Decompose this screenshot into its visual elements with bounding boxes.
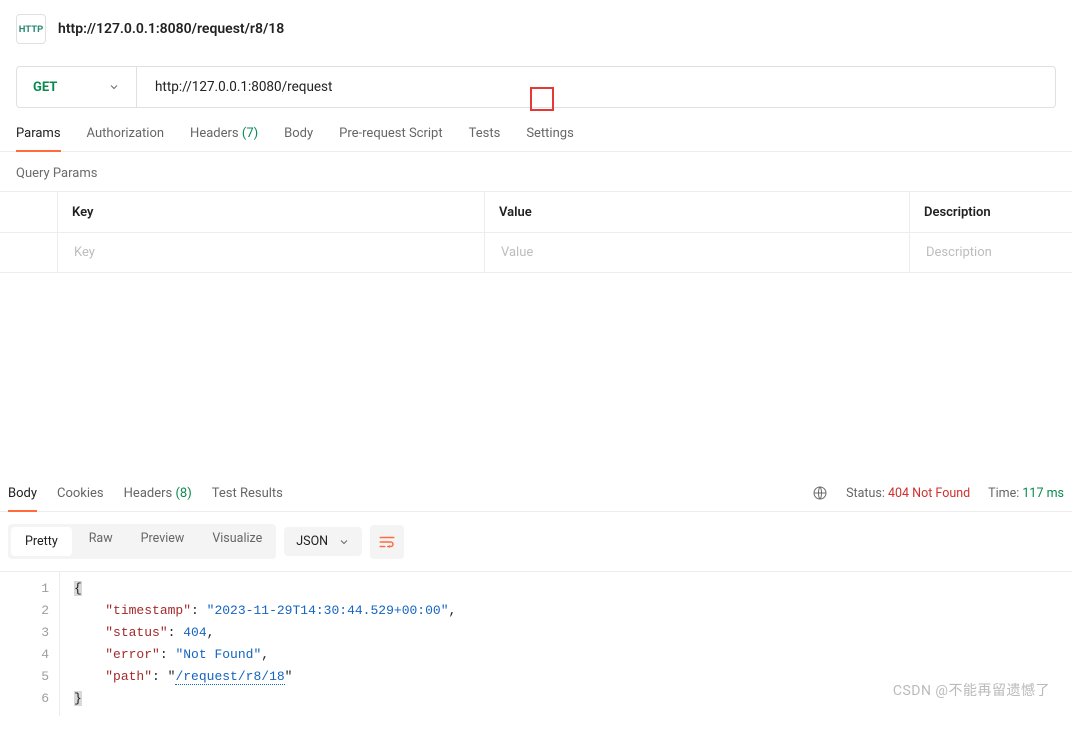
table-header-handle [0,192,58,232]
query-params-label: Query Params [0,152,1072,191]
status-label: Status: [846,486,885,501]
row-handle [0,232,58,272]
tab-settings[interactable]: Settings [526,126,573,151]
table-row [0,232,1072,272]
status-value: 404 Not Found [888,486,970,501]
line-number: 2 [0,600,49,622]
tab-headers-count: (7) [242,126,258,141]
response-meta: Status: 404 Not Found Time: 117 ms [812,485,1064,511]
url-input[interactable] [137,79,350,95]
json-path-value: /request/r8/18 [175,669,284,685]
wrap-icon [378,533,396,551]
body-toolbar: Pretty Raw Preview Visualize JSON [0,512,1072,572]
tab-prerequest[interactable]: Pre-request Script [339,126,442,151]
request-tabs: Params Authorization Headers (7) Body Pr… [0,108,1072,152]
resp-tab-headers-label: Headers [124,486,173,501]
json-value: "2023-11-29T14:30:44.529+00:00" [207,603,449,618]
resp-tab-headers[interactable]: Headers (8) [124,486,192,511]
tab-params[interactable]: Params [16,126,61,151]
method-select[interactable]: GET [17,67,137,107]
globe-icon[interactable] [812,485,828,501]
time-meta: Time: 117 ms [988,486,1064,501]
line-number: 4 [0,644,49,666]
response-tabs: Body Cookies Headers (8) Test Results [8,486,283,511]
title-row: HTTP http://127.0.0.1:8080/request/r8/18 [0,0,1072,54]
description-input[interactable] [924,244,1058,261]
spacer [0,273,1072,473]
response-tabs-row: Body Cookies Headers (8) Test Results St… [0,473,1072,512]
view-preview[interactable]: Preview [127,524,199,559]
table-header-row: Key Value Description [0,192,1072,232]
view-mode-group: Pretty Raw Preview Visualize [8,524,276,559]
method-label: GET [33,80,57,95]
key-input[interactable] [72,244,470,261]
http-badge-icon: HTTP [16,14,46,44]
status-meta: Status: 404 Not Found [846,486,970,501]
table-header-description: Description [910,192,1072,232]
resp-tab-body[interactable]: Body [8,486,37,511]
line-number: 3 [0,622,49,644]
line-number: 5 [0,666,49,688]
json-value: "Not Found" [175,647,261,662]
request-bar: GET [16,66,1056,108]
time-value: 117 ms [1022,486,1064,501]
brace-open: { [74,581,82,596]
json-key: "status" [105,625,167,640]
request-title: http://127.0.0.1:8080/request/r8/18 [58,21,284,37]
url-container [137,79,1055,95]
line-number: 1 [0,578,49,600]
table-header-value: Value [485,192,910,232]
wrap-lines-button[interactable] [370,525,404,559]
value-input[interactable] [499,244,895,261]
view-visualize[interactable]: Visualize [198,524,276,559]
brace-close: } [74,691,82,706]
json-value: 404 [183,625,206,640]
resp-tab-headers-count: (8) [175,486,191,501]
tab-tests[interactable]: Tests [469,126,501,151]
query-params-table: Key Value Description [0,191,1072,273]
response-body: 1 2 3 4 5 6 { "timestamp": "2023-11-29T1… [0,572,1072,716]
code-area[interactable]: { "timestamp": "2023-11-29T14:30:44.529+… [60,572,462,716]
view-pretty[interactable]: Pretty [11,527,72,556]
resp-tab-test-results[interactable]: Test Results [212,486,283,511]
json-key: "error" [105,647,160,662]
chevron-down-icon [108,81,120,93]
time-label: Time: [988,486,1019,501]
json-key: "path" [105,669,152,684]
tab-authorization[interactable]: Authorization [87,126,165,151]
resp-tab-cookies[interactable]: Cookies [57,486,104,511]
line-number: 6 [0,688,49,710]
json-key: "timestamp" [105,603,191,618]
table-header-key: Key [58,192,485,232]
format-label: JSON [296,534,328,549]
format-select[interactable]: JSON [284,527,362,556]
chevron-down-icon [338,536,350,548]
tab-headers-label: Headers [190,126,239,141]
view-raw[interactable]: Raw [75,524,127,559]
tab-body[interactable]: Body [284,126,313,151]
line-gutter: 1 2 3 4 5 6 [0,572,60,716]
http-badge-text: HTTP [19,24,44,35]
tab-headers[interactable]: Headers (7) [190,126,258,151]
